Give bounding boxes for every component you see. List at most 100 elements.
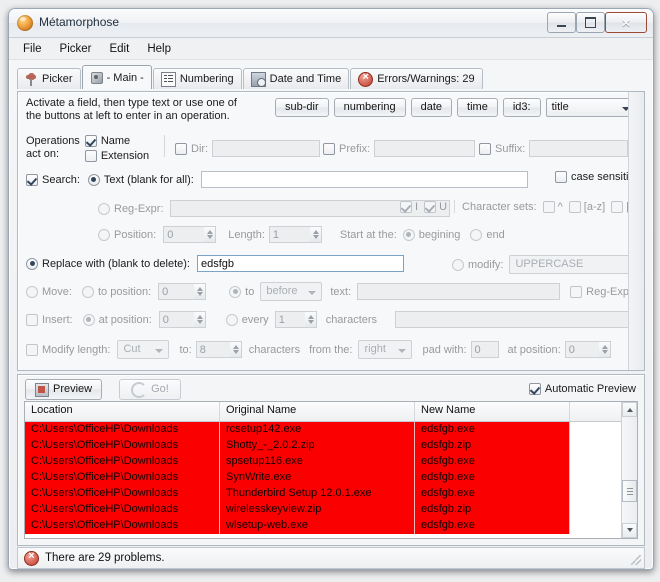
regexpr-flag-u-checkbox[interactable]	[424, 200, 437, 213]
modify-length-at-position-input[interactable]	[564, 341, 599, 358]
table-row[interactable]: C:\Users\OfficeHP\Downloads rcsetup142.e…	[25, 422, 637, 438]
insert-sub-dir-button[interactable]: sub-dir	[275, 98, 329, 117]
modify-length-from-value: right	[364, 343, 386, 355]
maximize-button[interactable]	[576, 12, 605, 33]
search-regexpr-radio[interactable]	[98, 202, 110, 215]
list-icon	[160, 71, 176, 87]
table-row[interactable]: C:\Users\OfficeHP\Downloads spsetup116.e…	[25, 454, 637, 470]
tab-errors-warnings-label: Errors/Warnings: 29	[377, 73, 475, 85]
start-beginning-radio[interactable]	[402, 228, 415, 241]
search-length-input[interactable]	[268, 226, 310, 243]
insert-text-input[interactable]	[395, 311, 639, 328]
column-header-location[interactable]: Location	[25, 402, 220, 421]
cell-new-name: edsfgb.exe	[415, 470, 570, 486]
tab-numbering[interactable]: Numbering	[152, 68, 242, 89]
insert-checkbox[interactable]	[26, 313, 38, 326]
automatic-preview-row[interactable]: Automatic Preview	[528, 383, 636, 395]
modify-length-to-input[interactable]	[195, 341, 230, 358]
insert-at-position-radio[interactable]	[82, 313, 95, 326]
table-row[interactable]: C:\Users\OfficeHP\Downloads Shotty_-_2.0…	[25, 438, 637, 454]
scrollbar-thumb[interactable]	[622, 480, 637, 502]
modify-length-at-position-stepper[interactable]	[598, 341, 611, 358]
menu-edit[interactable]: Edit	[101, 41, 137, 57]
move-text-input[interactable]	[357, 283, 561, 300]
automatic-preview-checkbox[interactable]	[528, 383, 541, 395]
results-vertical-scrollbar[interactable]	[621, 402, 637, 538]
insert-at-position-stepper[interactable]	[193, 311, 206, 328]
move-to-position-input[interactable]	[158, 283, 195, 300]
menu-picker[interactable]: Picker	[52, 41, 100, 57]
insert-id3-button[interactable]: id3:	[502, 98, 541, 117]
charset-digit-checkbox[interactable]	[611, 200, 624, 213]
tab-picker[interactable]: Picker	[17, 68, 81, 89]
move-to-radio[interactable]	[229, 285, 242, 298]
move-radio[interactable]	[26, 285, 38, 298]
chevron-up-icon	[627, 408, 633, 412]
charset-alpha-checkbox[interactable]	[568, 200, 581, 213]
insert-date-button[interactable]: date	[410, 98, 453, 117]
replace-radio[interactable]	[26, 257, 38, 270]
modify-length-from-combo[interactable]: right	[358, 340, 413, 359]
modify-length-checkbox[interactable]	[26, 343, 38, 356]
chevron-down-icon	[155, 349, 164, 353]
tab-picker-label: Picker	[42, 73, 73, 85]
insert-every-input[interactable]	[274, 311, 305, 328]
charset-caret-checkbox[interactable]	[542, 200, 555, 213]
modify-length-mode-combo[interactable]: Cut	[117, 340, 170, 359]
dir-checkbox[interactable]	[175, 142, 187, 155]
prefix-input[interactable]	[374, 140, 476, 157]
modify-radio[interactable]	[452, 258, 464, 271]
regexpr-flag-i-checkbox[interactable]	[400, 200, 412, 213]
prefix-checkbox[interactable]	[323, 142, 335, 155]
id3-field-combo[interactable]: title	[545, 98, 636, 117]
search-position-radio[interactable]	[98, 228, 110, 241]
insert-every-radio[interactable]	[225, 313, 238, 326]
move-to-position-stepper[interactable]	[194, 283, 207, 300]
search-length-stepper[interactable]	[309, 226, 322, 243]
search-position-input[interactable]	[163, 226, 205, 243]
table-row[interactable]: C:\Users\OfficeHP\Downloads wirelesskeyv…	[25, 502, 637, 518]
modify-length-pad-input[interactable]	[470, 341, 499, 358]
resize-grip[interactable]	[631, 555, 641, 565]
column-header-original-name[interactable]: Original Name	[220, 402, 415, 421]
insert-time-button[interactable]: time	[457, 98, 498, 117]
table-row[interactable]: C:\Users\OfficeHP\Downloads Thunderbird …	[25, 486, 637, 502]
suffix-input[interactable]	[529, 140, 629, 157]
dir-input[interactable]	[212, 140, 321, 157]
minimize-button[interactable]	[547, 12, 576, 33]
scroll-down-button[interactable]	[622, 523, 637, 538]
case-sensitive-checkbox[interactable]	[555, 171, 567, 183]
insert-every-stepper[interactable]	[304, 311, 317, 328]
menu-help[interactable]: Help	[139, 41, 179, 57]
insert-numbering-button[interactable]: numbering	[333, 98, 406, 117]
preview-button[interactable]: Preview	[25, 379, 103, 400]
replace-input[interactable]	[196, 255, 404, 272]
close-button[interactable]: ✕	[605, 12, 647, 33]
move-to-position-radio[interactable]	[81, 285, 94, 298]
scroll-up-button[interactable]	[622, 402, 637, 417]
options-panel-scrollbar[interactable]	[628, 92, 644, 370]
search-position-stepper[interactable]	[204, 226, 217, 243]
modify-combo[interactable]: UPPERCASE	[509, 255, 644, 274]
charset-alpha-label: [a-z]	[583, 200, 606, 213]
start-end-radio[interactable]	[470, 228, 483, 241]
search-regexpr-label: Reg-Expr:	[114, 202, 164, 215]
table-row[interactable]: C:\Users\OfficeHP\Downloads wlsetup-web.…	[25, 518, 637, 534]
menu-file[interactable]: File	[15, 41, 50, 57]
insert-at-position-input[interactable]	[158, 311, 194, 328]
table-row[interactable]: C:\Users\OfficeHP\Downloads SynWrite.exe…	[25, 470, 637, 486]
operations-name-checkbox[interactable]	[84, 135, 97, 147]
tab-date-and-time[interactable]: Date and Time	[242, 68, 350, 89]
modify-length-to-stepper[interactable]	[229, 341, 242, 358]
suffix-checkbox[interactable]	[479, 142, 491, 155]
operations-extension-checkbox[interactable]	[84, 150, 97, 162]
move-to-combo[interactable]: before	[260, 282, 323, 301]
column-header-new-name[interactable]: New Name	[415, 402, 570, 421]
tab-errors-warnings[interactable]: Errors/Warnings: 29	[350, 68, 483, 89]
search-text-radio[interactable]	[87, 173, 100, 186]
tab-main[interactable]: - Main -	[81, 65, 152, 89]
go-button[interactable]: Go!	[119, 379, 181, 400]
search-checkbox[interactable]	[26, 173, 38, 186]
search-text-input[interactable]	[200, 171, 528, 188]
move-regexpr-checkbox[interactable]	[570, 285, 583, 298]
